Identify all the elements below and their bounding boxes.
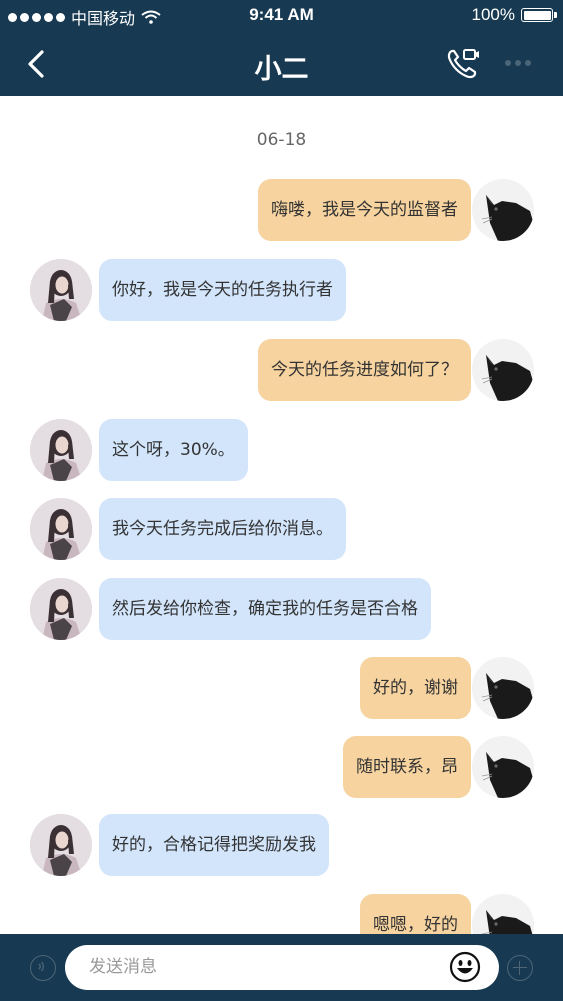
more-dots-icon[interactable] <box>505 60 531 66</box>
battery-percent: 100% <box>471 5 515 24</box>
contact-avatar[interactable] <box>30 814 92 876</box>
sent-message-bubble[interactable]: 今天的任务进度如何了？ <box>258 339 471 401</box>
received-message-bubble[interactable]: 我今天任务完成后给你消息。 <box>99 498 346 560</box>
message-row: 好的，谢谢 <box>0 657 563 727</box>
received-message-bubble[interactable]: 好的，合格记得把奖励发我 <box>99 814 329 876</box>
message-row: 你好，我是今天的任务执行者 <box>0 259 563 329</box>
message-input[interactable]: 发送消息 <box>65 945 499 990</box>
message-row: 这个呀，30%。 <box>0 419 563 489</box>
my-avatar[interactable] <box>472 179 534 241</box>
plus-icon[interactable] <box>507 955 533 981</box>
my-avatar[interactable] <box>472 657 534 719</box>
sent-message-bubble[interactable]: 嗯嗯，好的 <box>360 894 471 934</box>
my-avatar[interactable] <box>472 736 534 798</box>
message-row: 今天的任务进度如何了？ <box>0 339 563 409</box>
message-row: 然后发给你检查，确定我的任务是否合格 <box>0 578 563 648</box>
input-bar: 发送消息 <box>0 934 563 1001</box>
date-separator: 06-18 <box>256 130 307 150</box>
contact-avatar[interactable] <box>30 419 92 481</box>
message-list[interactable]: 06-18 嗨喽，我是今天的监督者你好，我是今天的任务执行者今天的任务进度如何了… <box>0 96 563 934</box>
voice-icon[interactable] <box>30 955 56 981</box>
battery-icon <box>521 8 557 22</box>
status-bar: 中国移动 9:41 AM 100% <box>0 0 563 30</box>
emoji-icon[interactable] <box>449 951 481 983</box>
my-avatar[interactable] <box>472 339 534 401</box>
contact-avatar[interactable] <box>30 259 92 321</box>
phone-video-icon[interactable] <box>444 44 482 82</box>
message-row: 好的，合格记得把奖励发我 <box>0 814 563 884</box>
message-row: 我今天任务完成后给你消息。 <box>0 498 563 568</box>
message-row: 嗨喽，我是今天的监督者 <box>0 179 563 249</box>
my-avatar[interactable] <box>472 894 534 934</box>
message-row: 嗯嗯，好的 <box>0 894 563 934</box>
message-row: 随时联系，昂 <box>0 736 563 806</box>
received-message-bubble[interactable]: 这个呀，30%。 <box>99 419 248 481</box>
received-message-bubble[interactable]: 然后发给你检查，确定我的任务是否合格 <box>99 578 431 640</box>
sent-message-bubble[interactable]: 随时联系，昂 <box>343 736 471 798</box>
sent-message-bubble[interactable]: 嗨喽，我是今天的监督者 <box>258 179 471 241</box>
status-right: 100% <box>471 5 557 25</box>
contact-avatar[interactable] <box>30 498 92 560</box>
received-message-bubble[interactable]: 你好，我是今天的任务执行者 <box>99 259 346 321</box>
contact-avatar[interactable] <box>30 578 92 640</box>
sent-message-bubble[interactable]: 好的，谢谢 <box>360 657 471 719</box>
nav-bar: 小二 <box>0 30 563 96</box>
